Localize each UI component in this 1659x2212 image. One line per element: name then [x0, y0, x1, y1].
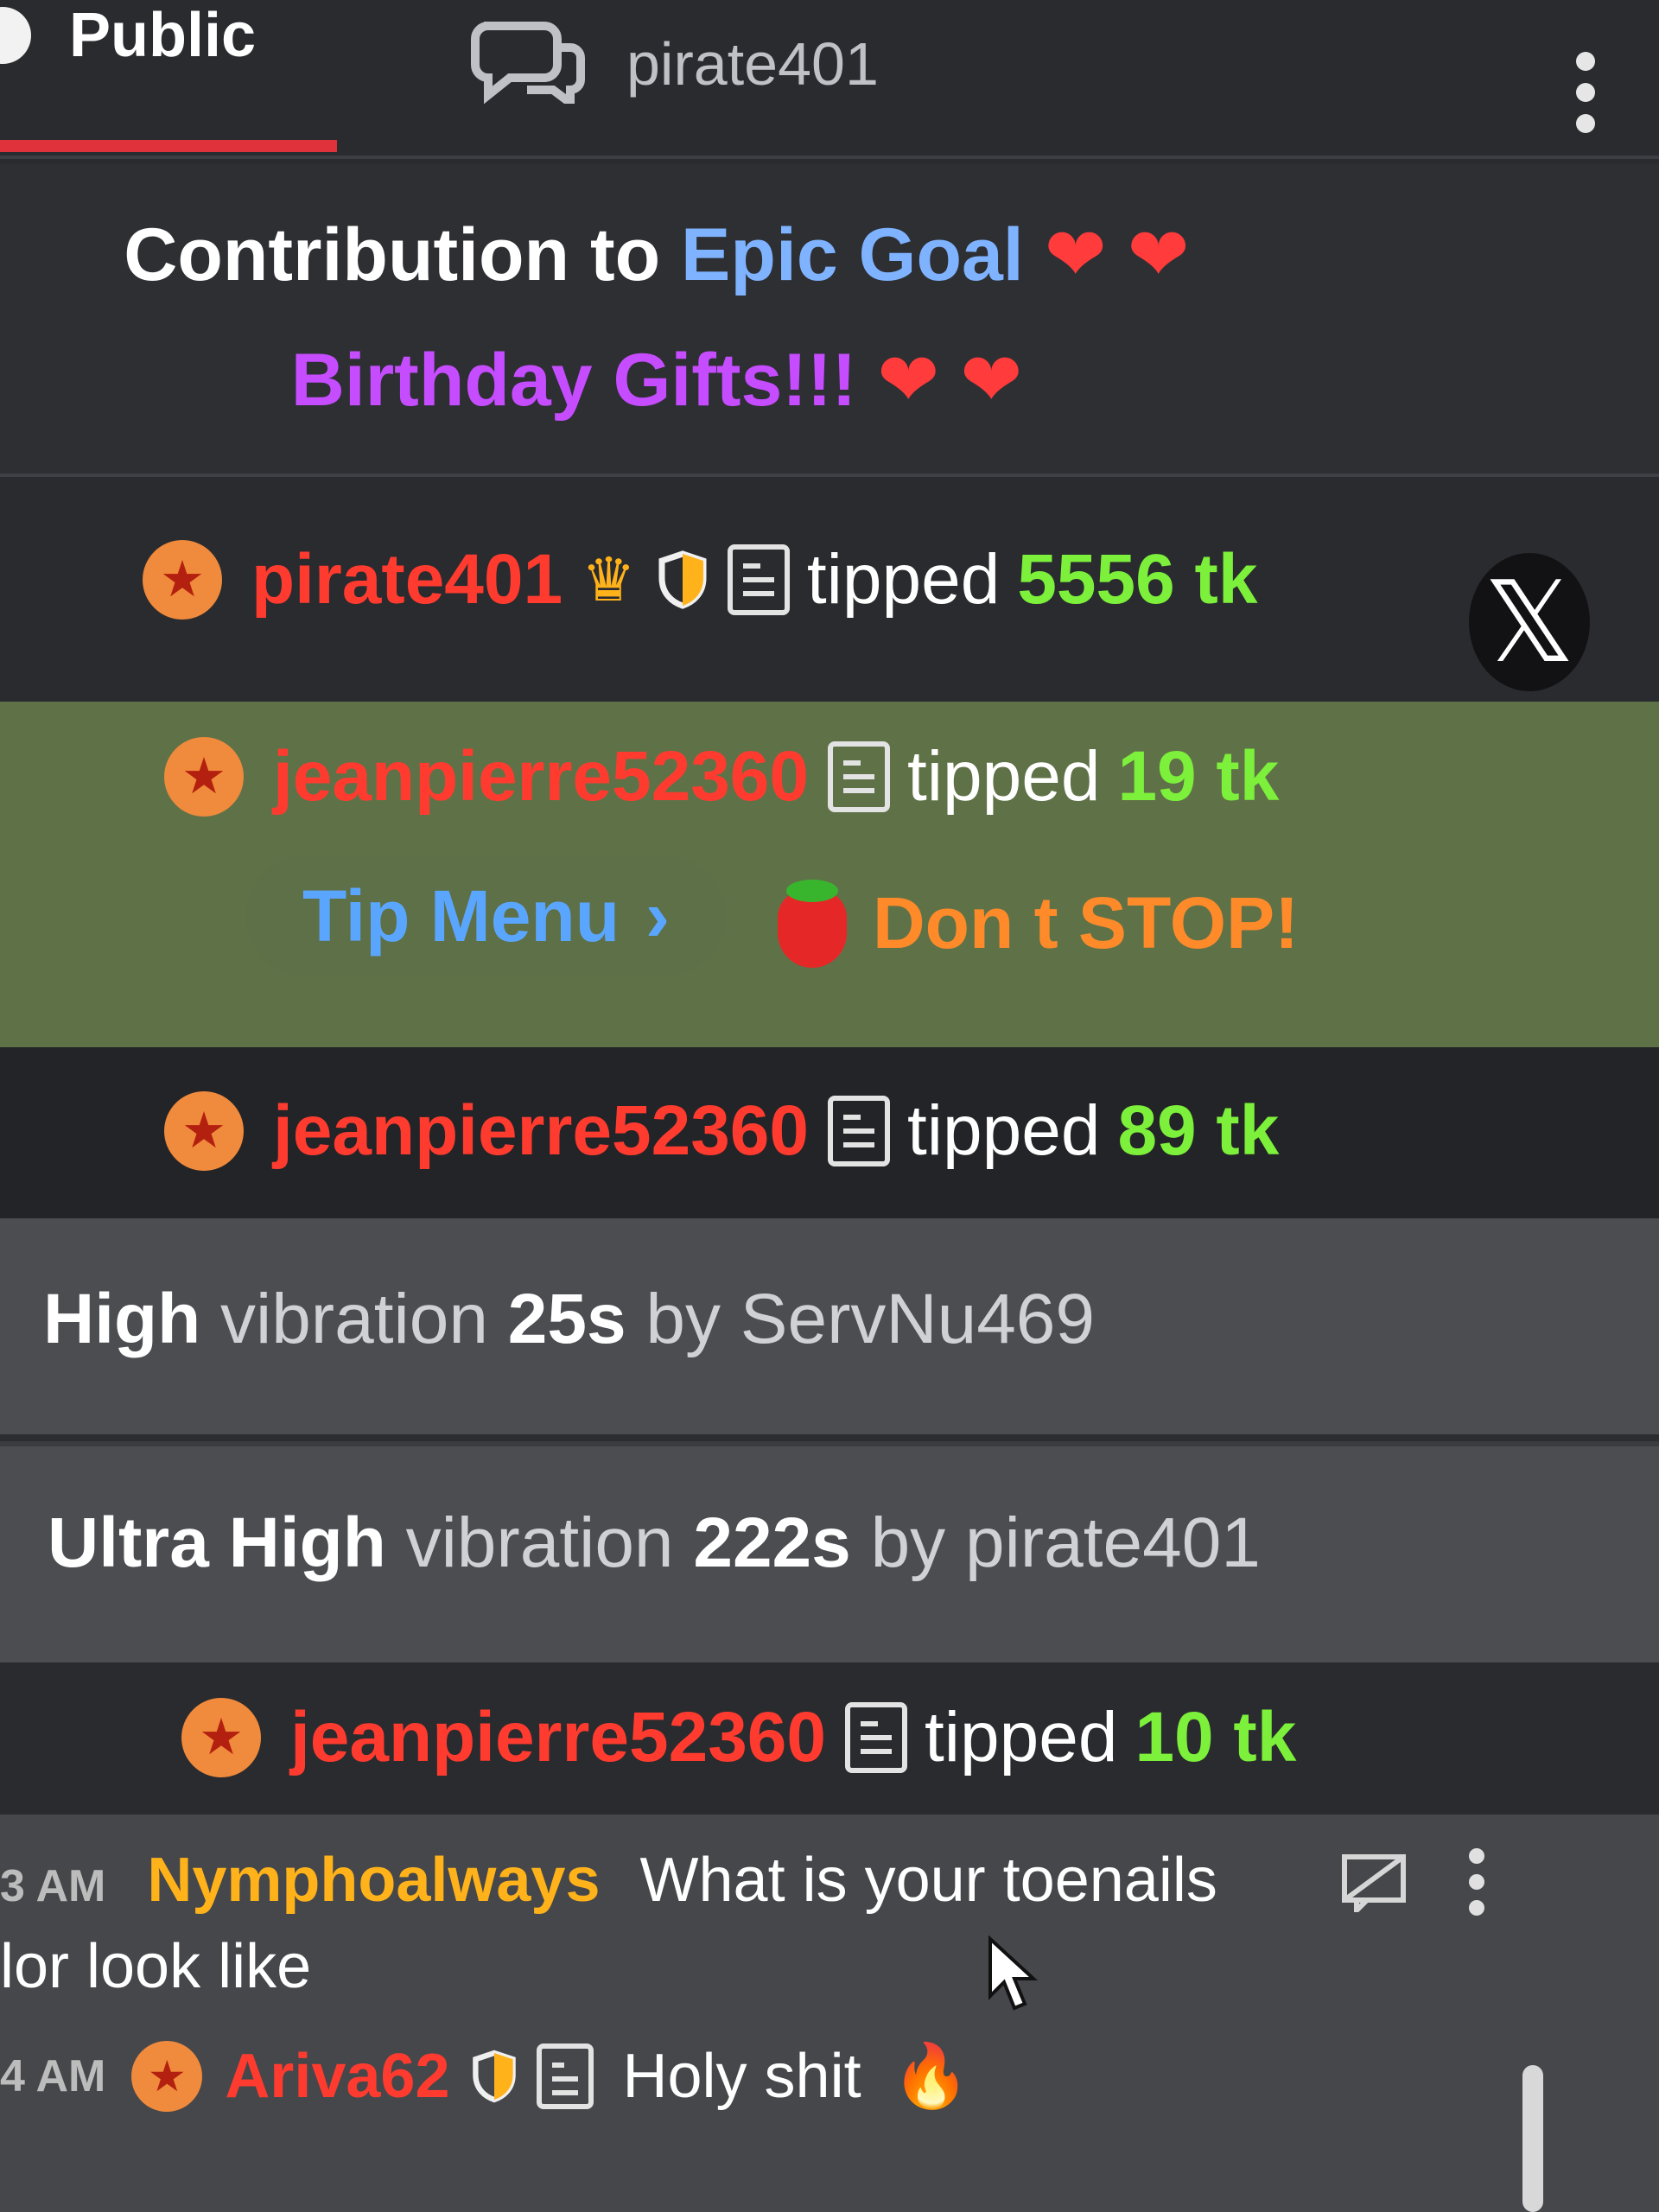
vibration-notice: Ultra High vibration 222s by pirate401	[0, 1441, 1659, 1662]
translate-icon[interactable]	[1339, 1852, 1408, 1912]
tip-verb: tipped	[907, 737, 1101, 816]
chat-tabs: Public pirate401	[0, 0, 1659, 164]
heart-icons-2: ❤ ❤	[877, 339, 1023, 422]
vibration-by: by	[645, 1280, 721, 1358]
tip-verb: tipped	[907, 1091, 1101, 1170]
document-icon	[828, 1096, 891, 1166]
chat-bubbles-icon	[471, 22, 585, 104]
vibration-text: High vibration 25s by ServNu469	[43, 1279, 1095, 1360]
chevron-right-icon: ›	[645, 875, 671, 957]
goal-notice: Contribution to Epic Goal ❤ ❤ Birthday Gi…	[0, 164, 1659, 475]
username[interactable]: pirate401	[251, 539, 563, 620]
chat-message: 4 AM ★ Ariva62 Holy shit 🔥	[0, 2022, 1521, 2160]
vibration-notice: High vibration 25s by ServNu469	[0, 1218, 1659, 1434]
vibration-text: Ultra High vibration 222s by pirate401	[48, 1503, 1261, 1584]
shield-icon	[658, 550, 707, 609]
message-text-cont: lor look like	[0, 1932, 312, 2001]
username[interactable]: jeanpierre52360	[290, 1697, 826, 1778]
tip-amount: 19 tk	[1117, 737, 1280, 816]
tip-line: ★ pirate401 ♛ tipped 5556 tk	[143, 539, 1257, 620]
chat-message: 3 AM Nymphoalways What is your toenails …	[0, 1836, 1521, 2026]
vibration-user[interactable]: pirate401	[965, 1503, 1261, 1582]
goal-line-1: Contribution to Epic Goal ❤ ❤	[0, 212, 1313, 298]
strawberry-icon	[778, 879, 847, 968]
tip-line: ★ jeanpierre52360 tipped 10 tk	[181, 1697, 1296, 1778]
tip-line: ★ jeanpierre52360 tipped 89 tk	[164, 1090, 1279, 1172]
vibration-level: High	[43, 1280, 201, 1358]
shield-icon	[472, 2050, 516, 2102]
tip-row: ★ pirate401 ♛ tipped 5556 tk	[0, 477, 1659, 702]
tip-note-text: Don t STOP!	[873, 882, 1300, 963]
username[interactable]: jeanpierre52360	[273, 1090, 809, 1172]
message-text: What is your toenails	[639, 1846, 1217, 1915]
vibration-user[interactable]: ServNu469	[741, 1280, 1095, 1358]
chat-messages: 3 AM Nymphoalways What is your toenails …	[0, 1815, 1659, 2212]
vibration-level: Ultra High	[48, 1503, 386, 1582]
tab-private-message[interactable]: pirate401	[467, 0, 933, 156]
tip-verb: tipped	[806, 540, 1001, 619]
cursor-icon	[988, 1936, 1039, 2011]
goal-line-2: Birthday Gifts!!! ❤ ❤	[0, 337, 1313, 423]
document-icon	[828, 741, 891, 812]
active-tab-indicator	[0, 140, 337, 152]
tip-verb: tipped	[925, 1698, 1118, 1777]
document-icon	[536, 2043, 594, 2109]
tab-public-label: Public	[69, 1, 257, 70]
vibration-duration: 222s	[693, 1503, 851, 1582]
goal-prefix: Contribution to	[124, 213, 682, 296]
fire-icon: 🔥	[892, 2042, 970, 2111]
tip-amount: 89 tk	[1117, 1091, 1280, 1170]
star-badge-icon: ★	[164, 1091, 244, 1171]
tab-public[interactable]: Public	[0, 0, 337, 156]
divider	[0, 156, 1659, 159]
star-badge-icon: ★	[131, 2040, 203, 2112]
message-time: 4 AM	[0, 2050, 106, 2101]
heart-icons: ❤ ❤	[1044, 213, 1190, 296]
username[interactable]: Nymphoalways	[147, 1846, 600, 1915]
tip-row-highlighted: ★ jeanpierre52360 tipped 19 tk	[0, 702, 1659, 1047]
tip-menu-button[interactable]: Tip Menu ›	[246, 855, 726, 976]
star-badge-icon: ★	[164, 737, 244, 817]
message-kebab-icon[interactable]	[1469, 1848, 1488, 1916]
document-icon	[845, 1702, 908, 1773]
star-badge-icon: ★	[181, 1698, 261, 1777]
tip-amount: 10 tk	[1135, 1698, 1297, 1777]
vibration-duration: 25s	[507, 1280, 626, 1358]
tab-pm-label: pirate401	[626, 30, 879, 98]
vibration-word: vibration	[219, 1280, 488, 1358]
check-icon	[0, 7, 31, 64]
goal-name: Epic Goal	[681, 213, 1024, 296]
message-time: 3 AM	[0, 1861, 106, 1911]
vibration-by: by	[870, 1503, 946, 1582]
scrollbar[interactable]	[1522, 2065, 1543, 2212]
tip-amount: 5556 tk	[1017, 540, 1258, 619]
vibration-word: vibration	[405, 1503, 674, 1582]
tip-line: ★ jeanpierre52360 tipped 19 tk	[164, 736, 1279, 817]
username[interactable]: Ariva62	[225, 2041, 449, 2112]
document-icon	[727, 544, 790, 615]
message-text: Holy shit	[622, 2041, 861, 2111]
crown-icon: ♛	[582, 546, 636, 613]
x-close-icon[interactable]: 𝕏	[1469, 553, 1590, 691]
tip-row: ★ jeanpierre52360 tipped 89 tk	[0, 1047, 1659, 1218]
tip-menu-note: Don t STOP!	[778, 879, 1300, 968]
goal-subtitle: Birthday Gifts!!!	[290, 339, 857, 422]
tip-row: ★ jeanpierre52360 tipped 10 tk	[0, 1662, 1659, 1815]
username[interactable]: jeanpierre52360	[273, 736, 809, 817]
star-badge-icon: ★	[143, 540, 222, 620]
kebab-menu-icon[interactable]	[1568, 52, 1603, 147]
tip-menu-label: Tip Menu	[302, 875, 620, 957]
